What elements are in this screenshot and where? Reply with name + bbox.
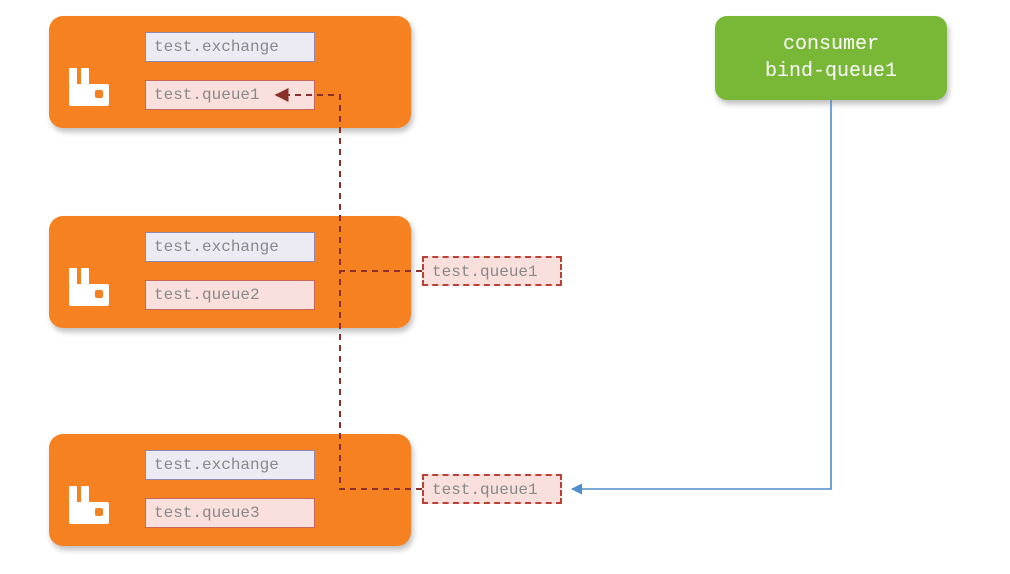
queue-label: test.queue2 <box>145 280 315 310</box>
exchange-label: test.exchange <box>145 232 315 262</box>
solid-connector <box>572 100 831 489</box>
consumer-label-line1: consumer <box>715 31 947 58</box>
queue-label: test.queue1 <box>145 80 315 110</box>
consumer-node: consumer bind-queue1 <box>715 16 947 100</box>
queue-label: test.queue3 <box>145 498 315 528</box>
broker-node-2: test.exchange test.queue2 <box>49 216 411 328</box>
mirrored-queue-ghost: test.queue1 <box>422 474 562 504</box>
consumer-label-line2: bind-queue1 <box>715 58 947 85</box>
rabbitmq-icon <box>69 68 109 106</box>
rabbitmq-icon <box>69 486 109 524</box>
rabbitmq-icon <box>69 268 109 306</box>
exchange-label: test.exchange <box>145 450 315 480</box>
mirrored-queue-ghost: test.queue1 <box>422 256 562 286</box>
broker-node-3: test.exchange test.queue3 <box>49 434 411 546</box>
exchange-label: test.exchange <box>145 32 315 62</box>
broker-node-1: test.exchange test.queue1 <box>49 16 411 128</box>
